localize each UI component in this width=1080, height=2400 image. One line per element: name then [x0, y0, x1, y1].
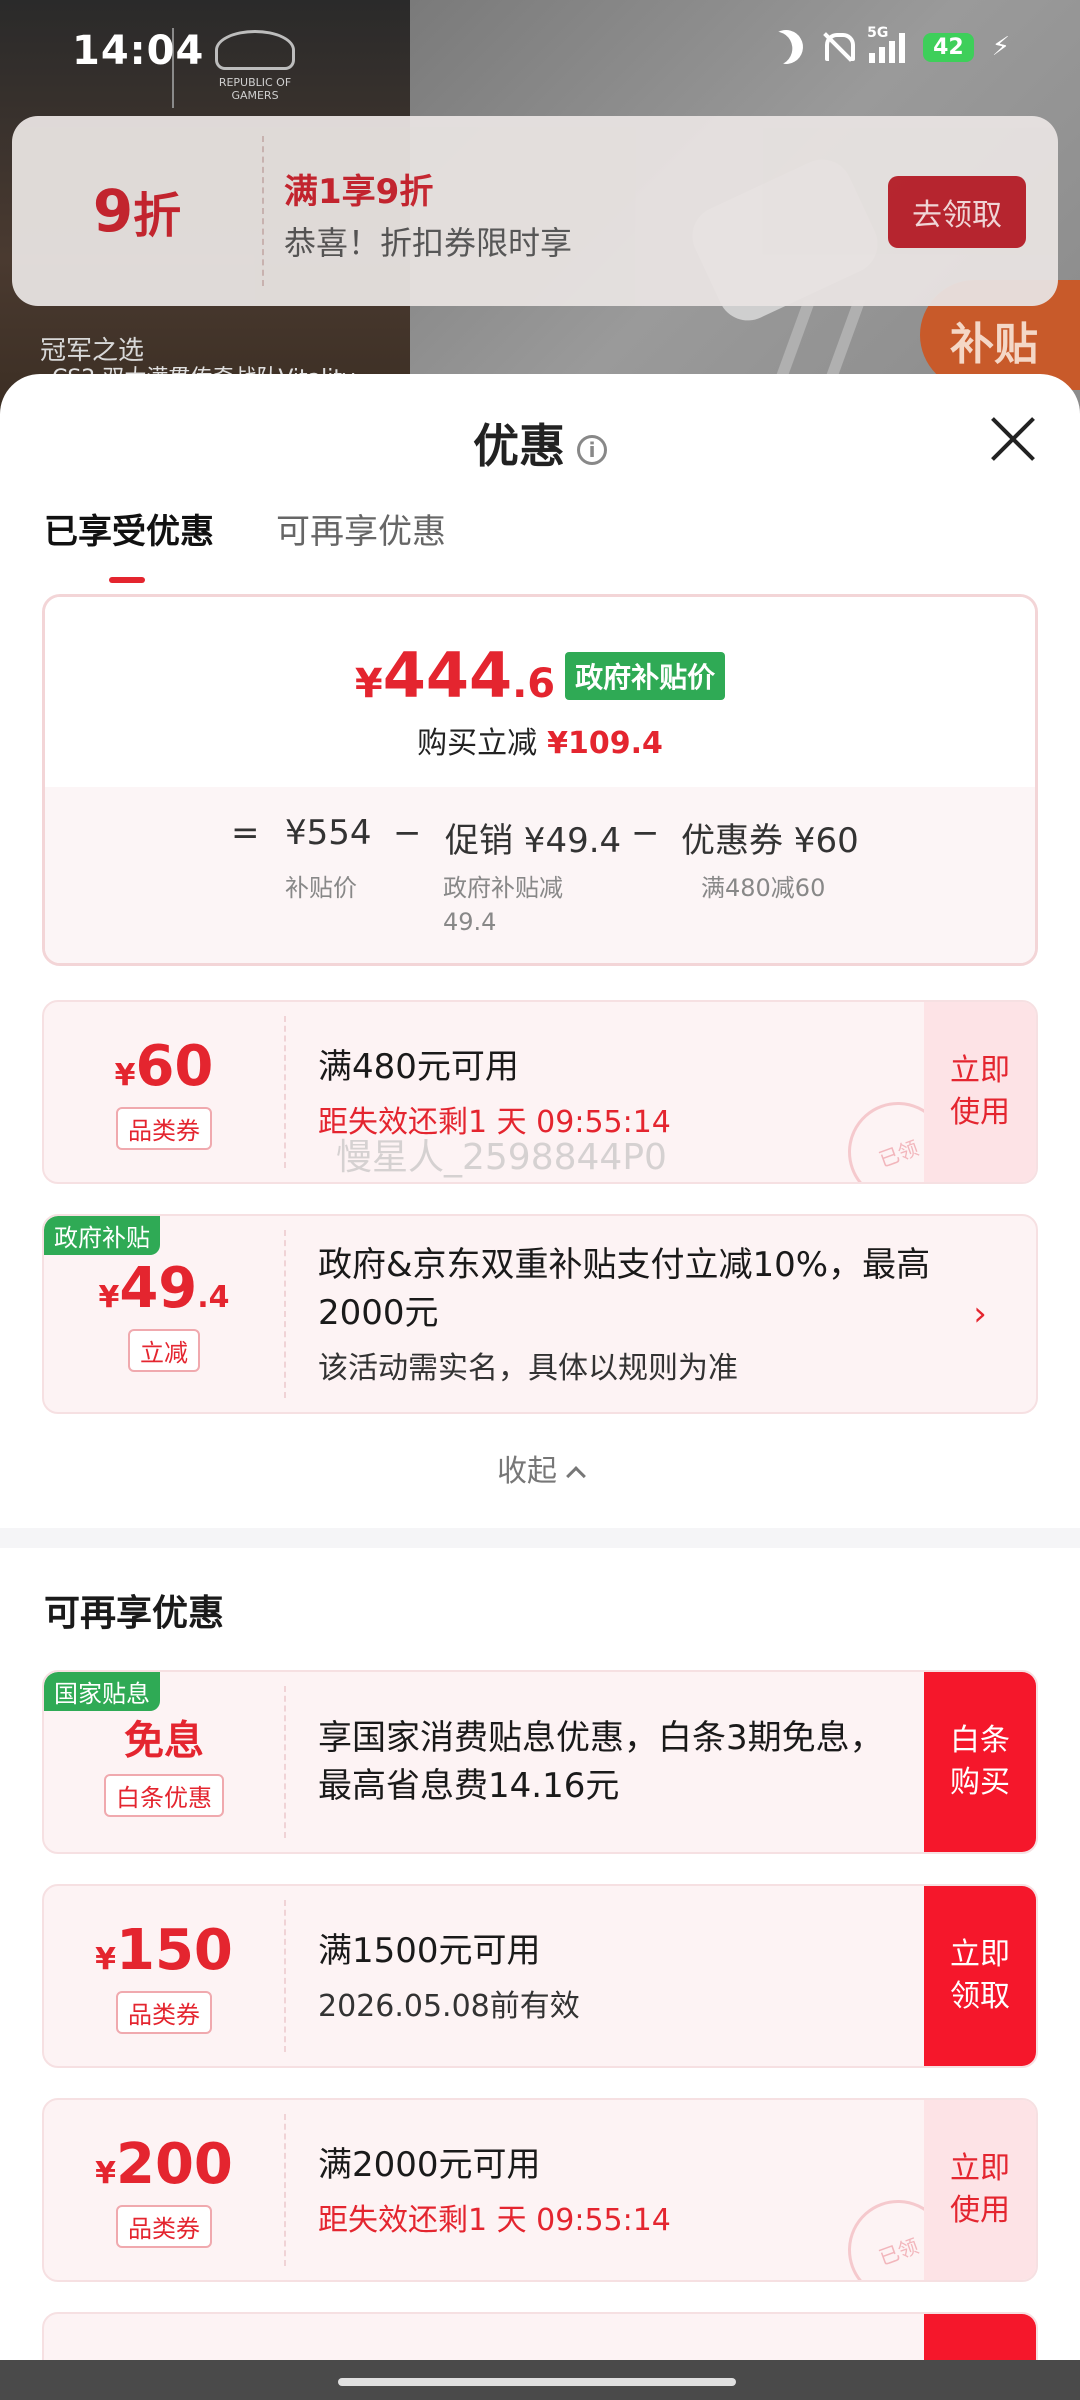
network-type: 5G — [867, 25, 889, 41]
coupon-type: 品类券 — [116, 1991, 212, 2034]
price-summary-card: ¥ 444 .6 政府补贴价 购买立减 ¥109.4 = ¥554 − 促销 ¥4… — [42, 594, 1038, 966]
coupon-title: 满480元可用 — [318, 1047, 519, 1087]
mute-bell-icon — [821, 31, 856, 63]
banner-discount: 9折 — [92, 177, 182, 245]
coupon-card: ¥150 品类券 满1500元可用 2026.05.08前有效 立即 领取 — [42, 1884, 1038, 2068]
status-icons: 5G 42 ⚡ — [769, 25, 1010, 64]
home-indicator[interactable] — [338, 2378, 736, 2386]
tab-available[interactable]: 可再享优惠 — [276, 504, 446, 553]
discount-tabs: 已享受优惠 可再享优惠 — [44, 504, 446, 583]
use-now-button[interactable]: 立即 使用 — [924, 2100, 1036, 2280]
minus-sign: − — [631, 813, 660, 853]
coupon-expiry: 2026.05.08前有效 — [318, 1989, 580, 2024]
coupon-amount: ¥150 — [95, 1918, 233, 1983]
close-icon[interactable] — [990, 416, 1036, 462]
coupon-amount: ¥200 — [95, 2132, 233, 2197]
tab-enjoyed[interactable]: 已享受优惠 — [44, 504, 214, 583]
status-time: 14:04 — [72, 28, 205, 74]
watermark: 慢星人_2598844P0 — [336, 1137, 667, 1178]
claim-now-button[interactable]: 立即 领取 — [924, 1886, 1036, 2066]
banner-title: 满1享9折 — [284, 172, 434, 212]
banner-divider — [262, 136, 264, 286]
final-price: ¥ 444 .6 政府补贴价 — [45, 639, 1035, 712]
coupon-amount: ¥49.4 — [98, 1256, 230, 1321]
section-title: 可再享优惠 — [44, 1593, 225, 1634]
coupon-card: ¥200 品类券 满2000元可用 距失效还剩1 天 09:55:14 已领 立… — [42, 2098, 1038, 2282]
coupon-type: 品类券 — [116, 2205, 212, 2248]
discount-coupon-banner: 9折 满1享9折 恭喜！折扣券限时享 去领取 — [12, 116, 1058, 306]
base-price: ¥554 — [285, 813, 372, 853]
price-breakdown: = ¥554 − 促销 ¥49.4 − 优惠券 ¥60 补贴价 政府补贴减 49.… — [45, 787, 1035, 963]
use-now-button[interactable]: 立即 使用 — [924, 1002, 1036, 1182]
sheet-title: 优惠 i — [0, 410, 1080, 476]
promo-amount: 促销 ¥49.4 — [445, 821, 622, 861]
promo-label: 政府补贴减 49.4 — [443, 874, 563, 936]
status-bar: 14:04 5G 42 ⚡ — [0, 0, 1080, 100]
gesture-bar — [0, 2360, 1080, 2400]
charging-icon: ⚡ — [991, 32, 1010, 62]
coupon-type: 白条优惠 — [104, 1773, 224, 1817]
chevron-right-icon[interactable]: › — [924, 1216, 1036, 1412]
coupon-amount: ¥60 — [114, 1034, 214, 1099]
base-price-label: 补贴价 — [285, 874, 357, 902]
battery-icon: 42 — [923, 32, 974, 62]
signal-icon: 5G — [867, 25, 906, 63]
coupon-label: 满480减60 — [701, 874, 826, 902]
coupon-amount: 优惠券 ¥60 — [681, 821, 859, 861]
reduce-amount: 购买立减 ¥109.4 — [417, 726, 663, 761]
info-icon[interactable]: i — [577, 434, 607, 465]
coupon-type: 立减 — [128, 1329, 200, 1372]
collapse-toggle[interactable]: 收起 — [0, 1446, 1080, 1490]
do-not-disturb-icon — [763, 24, 809, 70]
coupon-title: 满2000元可用 — [318, 2145, 541, 2185]
section-divider — [0, 1528, 1080, 1548]
coupon-countdown: 距失效还剩1 天 09:55:14 — [318, 2203, 671, 2238]
discount-sheet: 优惠 i 已享受优惠 可再享优惠 ¥ 444 .6 政府补贴价 购买立减 ¥109.… — [0, 374, 1080, 2400]
gov-subsidy-tag: 政府补贴价 — [565, 652, 726, 700]
equals-sign: = — [231, 813, 260, 853]
interest-free-card: 国家贴息 免息 白条优惠 享国家消费贴息优惠，白条3期免息，最高省息费14.16… — [42, 1670, 1038, 1854]
minus-sign: − — [393, 813, 422, 853]
gov-subsidy-card[interactable]: 政府补贴 ¥49.4 立减 政府&京东双重补贴支付立减10%，最高2000元 该… — [42, 1214, 1038, 1414]
banner-subtitle: 恭喜！折扣券限时享 — [284, 224, 573, 262]
baitiao-buy-button[interactable]: 白条 购买 — [924, 1672, 1036, 1852]
coupon-title: 满1500元可用 — [318, 1931, 541, 1971]
coupon-type: 品类券 — [116, 1107, 212, 1150]
coupon-note: 该活动需实名，具体以规则为准 — [318, 1351, 738, 1386]
claim-button[interactable]: 去领取 — [888, 176, 1026, 248]
coupon-title: 政府&京东双重补贴支付立减10%，最高2000元 — [318, 1245, 931, 1333]
chevron-up-icon — [566, 1466, 586, 1486]
coupon-title: 享国家消费贴息优惠，白条3期免息，最高省息费14.16元 — [318, 1718, 884, 1806]
coupon-word: 免息 — [124, 1717, 204, 1764]
